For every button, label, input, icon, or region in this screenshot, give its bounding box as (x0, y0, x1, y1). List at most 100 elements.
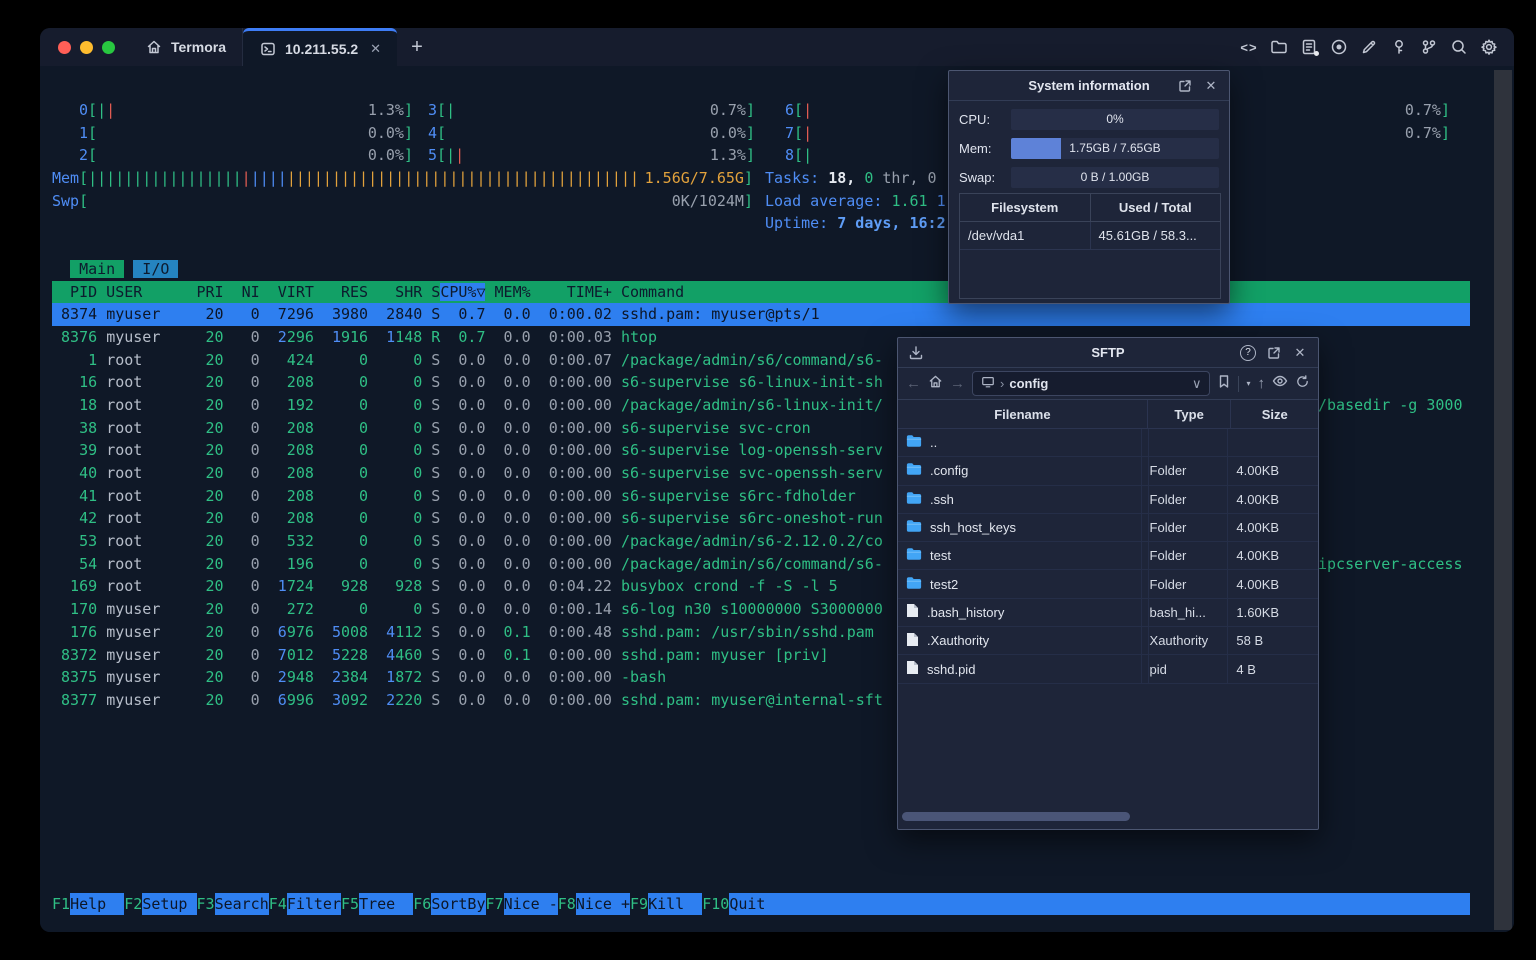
meter-value: 0% (1106, 112, 1124, 126)
column-separator (1148, 429, 1149, 684)
file-row[interactable]: .bash_history bash_hi... 1.60KB (898, 598, 1318, 628)
cell: 45.61GB / 58.3... (1098, 228, 1197, 243)
tab-session[interactable]: 10.211.55.2 ✕ (242, 28, 398, 66)
close-icon[interactable]: ✕ (1292, 345, 1308, 361)
close-window-button[interactable] (58, 40, 71, 54)
log-notes-icon[interactable] (1300, 38, 1319, 56)
file-size: 4.00KB (1236, 491, 1280, 507)
close-tab-icon[interactable]: ✕ (370, 41, 381, 57)
meter-bar: 1.75GB / 7.65GB (1011, 137, 1219, 159)
file-size: 4.00KB (1236, 548, 1280, 564)
file-row[interactable]: test Folder 4.00KB (898, 542, 1318, 571)
meter-bar: 0 B / 1.00GB (1011, 166, 1219, 188)
swap-meter: Swp[0K/1024M] (52, 191, 753, 210)
port-forwarding-icon[interactable] (1420, 38, 1438, 56)
process-table-header[interactable]: PID USER PRI NI VIRT RES SHR SCPU%▽ MEM%… (52, 280, 1470, 304)
path-breadcrumb[interactable]: › config ∨ (972, 371, 1211, 396)
file-name: .. (930, 435, 938, 451)
fkey-label-f5: F5 (341, 895, 360, 913)
open-in-window-icon[interactable] (1266, 345, 1282, 361)
folder-icon (906, 519, 922, 536)
column-filesystem: Filesystem (960, 194, 1091, 221)
bookmark-dropdown-caret[interactable]: ▾ (1246, 379, 1250, 388)
file-type: Folder (1142, 542, 1229, 570)
fkey-button-quit[interactable]: Quit (729, 893, 1470, 915)
file-row[interactable]: .. (898, 429, 1318, 458)
process-row[interactable]: 8374 myuser 20 0 7296 3980 2840 S 0.7 0.… (52, 303, 1470, 326)
fkey-button-nice-[interactable]: Nice - (503, 893, 558, 915)
current-directory: config (1009, 376, 1049, 391)
file-row[interactable]: test2 Folder 4.00KB (898, 570, 1318, 599)
file-row[interactable]: sshd.pid pid 4 B (898, 655, 1318, 684)
file-row[interactable]: .config Folder 4.00KB (898, 457, 1318, 486)
file-type: bash_hi... (1142, 598, 1229, 627)
show-hidden-eye-icon[interactable] (1272, 373, 1288, 394)
file-icon (906, 632, 919, 650)
folder-icon (906, 491, 922, 508)
refresh-icon[interactable] (1295, 374, 1310, 394)
column-type[interactable]: Type (1148, 400, 1232, 428)
file-name: .bash_history (927, 604, 1005, 620)
sftp-panel: SFTP ? ✕ ← → › config ∨ ▾ ↑ Filename Typ… (897, 337, 1319, 830)
record-macro-icon[interactable] (1330, 38, 1348, 56)
toolbar-divider (1238, 375, 1240, 392)
filesystem-table-header: Filesystem Used / Total (960, 194, 1220, 222)
column-used-total: Used / Total (1118, 200, 1192, 215)
column-size[interactable]: Size (1231, 400, 1318, 428)
uptime: Uptime: 7 days, 16:2 (765, 214, 946, 233)
uptime-row: Uptime: 7 days, 16:2 (52, 212, 1470, 235)
chevron-down-icon[interactable]: ∨ (1192, 376, 1202, 392)
maximize-window-button[interactable] (102, 40, 115, 54)
folder-icon[interactable] (1270, 38, 1288, 56)
fkey-button-search[interactable]: Search (214, 893, 269, 915)
bookmark-icon[interactable] (1217, 374, 1231, 394)
file-row[interactable]: .ssh Folder 4.00KB (898, 485, 1318, 514)
file-row[interactable]: ssh_host_keys Folder 4.00KB (898, 513, 1318, 543)
folder-icon (906, 434, 922, 451)
minimize-window-button[interactable] (80, 40, 93, 54)
memory-meter-row: Mem[||||||||||||||||||||||||||||||||||||… (52, 167, 1470, 190)
home-icon[interactable] (928, 374, 943, 394)
keys-icon[interactable] (1390, 38, 1408, 56)
fkey-button-tree[interactable]: Tree (359, 893, 414, 915)
sftp-horizontal-scrollbar[interactable] (900, 812, 1316, 822)
settings-gear-icon[interactable] (1480, 38, 1498, 56)
folder-icon (906, 462, 922, 479)
sysinfo-meter-row: CPU: 0% (959, 108, 1219, 130)
fkey-button-sortby[interactable]: SortBy (431, 893, 486, 915)
folder-icon (906, 576, 922, 593)
up-directory-icon[interactable]: ↑ (1258, 375, 1266, 392)
transfers-download-icon[interactable] (898, 345, 924, 361)
filesystem-row[interactable]: /dev/vda1 45.61GB / 58.3... (960, 222, 1220, 250)
open-in-window-icon[interactable] (1177, 78, 1193, 94)
new-tab-button[interactable]: + (397, 28, 437, 66)
fkey-button-filter[interactable]: Filter (286, 893, 341, 915)
search-icon[interactable] (1450, 38, 1468, 56)
folder-icon (906, 547, 922, 564)
sort-column-cpu[interactable]: CPU%▽ (440, 282, 486, 301)
fkey-button-help[interactable]: Help (70, 893, 125, 915)
tab-termora-home[interactable]: Termora (129, 28, 243, 66)
code-snippets-icon[interactable]: <> (1240, 38, 1258, 56)
back-arrow-icon[interactable]: ← (906, 375, 921, 392)
column-filename[interactable]: Filename (898, 400, 1148, 428)
terminal-icon (259, 40, 277, 58)
forward-arrow-icon[interactable]: → (950, 375, 965, 392)
file-name: test2 (930, 576, 959, 592)
file-type (1142, 429, 1229, 457)
file-row[interactable]: .Xauthority Xauthority 58 B (898, 627, 1318, 656)
fkey-label-f10: F10 (702, 895, 730, 913)
edit-pencil-icon[interactable] (1360, 38, 1378, 56)
fkey-button-setup[interactable]: Setup (142, 893, 197, 915)
filesystem-table: Filesystem Used / Total /dev/vda1 45.61GB… (959, 193, 1221, 299)
fkey-button-nice-[interactable]: Nice + (575, 893, 630, 915)
sftp-toolbar: ← → › config ∨ ▾ ↑ (898, 368, 1318, 400)
help-icon[interactable]: ? (1240, 344, 1256, 361)
fkey-button-kill[interactable]: Kill (648, 893, 703, 915)
terminal-scrollbar[interactable] (1494, 70, 1512, 930)
file-size (1228, 429, 1318, 456)
tab-io[interactable]: I/O (133, 259, 179, 278)
tab-main[interactable]: Main (70, 259, 125, 278)
titlebar-actions: <> (1240, 28, 1514, 66)
close-icon[interactable]: ✕ (1203, 78, 1219, 94)
